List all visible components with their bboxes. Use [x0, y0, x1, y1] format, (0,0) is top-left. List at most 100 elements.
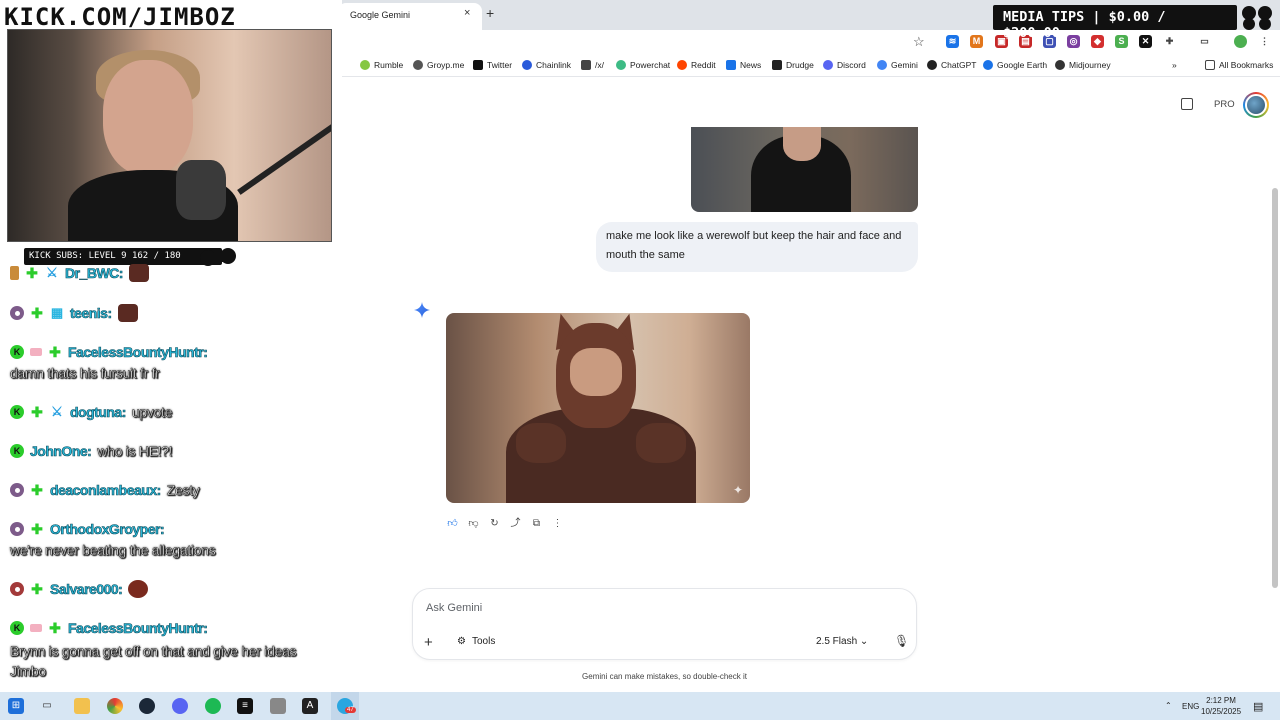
- chat-username[interactable]: JohnOne:: [30, 443, 92, 460]
- bookmark-reddit[interactable]: Reddit: [677, 60, 716, 70]
- file-explorer-icon[interactable]: [74, 698, 90, 714]
- chat-username[interactable]: deaconlambeaux:: [50, 482, 162, 499]
- bookmark-discord[interactable]: Discord: [823, 60, 866, 70]
- bookmark-midjourney[interactable]: Midjourney: [1055, 60, 1111, 70]
- model-selector[interactable]: 2.5 Flash ⌄: [816, 636, 868, 647]
- chat-emote: [128, 580, 149, 598]
- bookmark-x[interactable]: /x/: [581, 60, 604, 70]
- bookmark-powerchat[interactable]: Powerchat: [616, 60, 670, 70]
- drudge-icon: [772, 60, 782, 70]
- adobe-icon[interactable]: A: [302, 698, 318, 714]
- grid-badge-icon: ▦: [50, 305, 64, 320]
- microphone-icon[interactable]: 🎙︎: [894, 634, 909, 648]
- chat-username[interactable]: dogtuna:: [70, 404, 127, 421]
- print-icon[interactable]: [1181, 98, 1193, 110]
- chat-username[interactable]: teenis:: [70, 305, 113, 322]
- bookmark-twitter[interactable]: Twitter: [473, 60, 512, 70]
- bookmark-gemini[interactable]: Gemini: [877, 60, 918, 70]
- bookmark-rumble[interactable]: Rumble: [360, 60, 403, 70]
- photo-microphone: [176, 160, 226, 220]
- discord-icon: [823, 60, 833, 70]
- chat-message: K ✚ FacelessBountyHuntr: damn thats his …: [10, 341, 208, 382]
- user-prompt-text: make me look like a werewolf but keep th…: [606, 230, 902, 261]
- chrome-icon[interactable]: [107, 698, 123, 714]
- chat-username[interactable]: FacelessBountyHuntr:: [68, 620, 208, 637]
- chat-message: ✚ ▦ teenis:: [10, 302, 138, 324]
- bookmark-drudge[interactable]: Drudge: [772, 60, 814, 70]
- pro-badge[interactable]: PRO: [1214, 99, 1235, 110]
- kick-badge-icon: K: [10, 345, 24, 359]
- google-earth-icon: [983, 60, 993, 70]
- windows-start-icon[interactable]: ⊞: [8, 698, 24, 714]
- chat-emote: [117, 304, 138, 322]
- chat-message: K ✚ ⚔ dogtuna: upvote: [10, 401, 173, 423]
- extension-icon[interactable]: S: [1115, 35, 1128, 48]
- discord-icon[interactable]: [172, 698, 188, 714]
- chat-emote: [128, 264, 149, 282]
- bookmark-chatgpt[interactable]: ChatGPT: [927, 60, 976, 70]
- bookmarks-overflow-button[interactable]: »: [1172, 60, 1177, 70]
- task-view-icon[interactable]: ▭: [39, 698, 55, 714]
- chat-message: K JohnOne: who is HE!?!: [10, 440, 173, 462]
- extension-icon[interactable]: ≋: [946, 35, 959, 48]
- language-indicator[interactable]: ENG: [1182, 702, 1199, 711]
- new-tab-button[interactable]: +: [486, 5, 494, 21]
- x-board-icon: [581, 60, 591, 70]
- tab-gemini[interactable]: Google Gemini: [338, 3, 482, 30]
- bookmark-news[interactable]: News: [726, 60, 761, 70]
- more-options-icon[interactable]: ⋮: [551, 517, 564, 530]
- extension-icon[interactable]: ◎: [1067, 35, 1080, 48]
- app-icon[interactable]: [270, 698, 286, 714]
- chat-text: upvote: [131, 404, 173, 421]
- taskbar-active-app[interactable]: 47: [331, 692, 359, 720]
- pink-badge-icon: [30, 624, 42, 632]
- watermark-spark-icon: ✦: [732, 483, 743, 497]
- midjourney-icon: [1055, 60, 1065, 70]
- share-icon[interactable]: ⤴: [509, 517, 522, 530]
- menu-dots-icon[interactable]: ⋮: [1258, 35, 1271, 48]
- photo-head: [103, 60, 193, 175]
- terminal-icon[interactable]: ≡: [237, 698, 253, 714]
- thumbs-up-icon[interactable]: 👍︎: [446, 517, 459, 530]
- chat-text: Zesty: [166, 482, 201, 499]
- steam-icon[interactable]: [139, 698, 155, 714]
- add-attachment-button[interactable]: +: [424, 634, 433, 651]
- clock[interactable]: 2:12 PM 10/25/2025: [1201, 695, 1241, 717]
- tools-button[interactable]: ⚙ Tools: [457, 636, 495, 647]
- notification-icon[interactable]: ▤: [1253, 700, 1263, 713]
- gem-badge-icon: ✚: [31, 580, 43, 597]
- thumbs-down-icon[interactable]: 👎︎: [467, 517, 480, 530]
- bookmark-google-earth[interactable]: Google Earth: [983, 60, 1047, 70]
- taskbar: ⊞ ▭ ≡ A: [0, 692, 1280, 720]
- spotify-icon[interactable]: [205, 698, 221, 714]
- chat-username[interactable]: Salvare000:: [50, 581, 123, 598]
- prompt-input[interactable]: Ask Gemini: [426, 602, 482, 614]
- prompt-input-box[interactable]: Ask Gemini + ⚙ Tools 2.5 Flash ⌄ 🎙︎: [412, 588, 917, 660]
- news-icon: [726, 60, 736, 70]
- chat-username[interactable]: FacelessBountyHuntr:: [68, 344, 208, 361]
- metamask-icon[interactable]: M: [970, 35, 983, 48]
- photo-face: [783, 127, 821, 161]
- scrollbar[interactable]: [1272, 188, 1278, 588]
- tray-chevron-icon[interactable]: ⌃: [1165, 701, 1172, 710]
- all-bookmarks-button[interactable]: All Bookmarks: [1205, 60, 1273, 70]
- bookmark-groyp[interactable]: Groyp.me: [413, 60, 464, 70]
- x-icon[interactable]: ✕: [1139, 35, 1152, 48]
- side-panel-icon[interactable]: ▭: [1198, 35, 1211, 48]
- tab-close-icon[interactable]: ×: [464, 7, 470, 19]
- bookmark-star-icon[interactable]: ☆: [913, 34, 925, 50]
- profile-icon[interactable]: [1234, 35, 1247, 48]
- regenerate-icon[interactable]: ↻: [488, 517, 501, 530]
- avatar[interactable]: [1243, 92, 1269, 118]
- user-uploaded-image[interactable]: [691, 127, 918, 212]
- chat-username[interactable]: OrthodoxGroyper:: [50, 521, 165, 538]
- extensions-puzzle-icon[interactable]: ✚: [1163, 35, 1176, 48]
- sub-badge-icon: [10, 522, 24, 536]
- extension-icon[interactable]: ◆: [1091, 35, 1104, 48]
- copy-icon[interactable]: ⧉: [530, 517, 543, 530]
- chat-username[interactable]: Dr_BWC:: [65, 265, 124, 282]
- chevron-down-icon: ⌄: [859, 636, 869, 647]
- bookmark-chainlink[interactable]: Chainlink: [522, 60, 571, 70]
- generated-werewolf-image[interactable]: ✦: [446, 313, 750, 503]
- chat-text: we're never beating the allegations: [10, 542, 216, 559]
